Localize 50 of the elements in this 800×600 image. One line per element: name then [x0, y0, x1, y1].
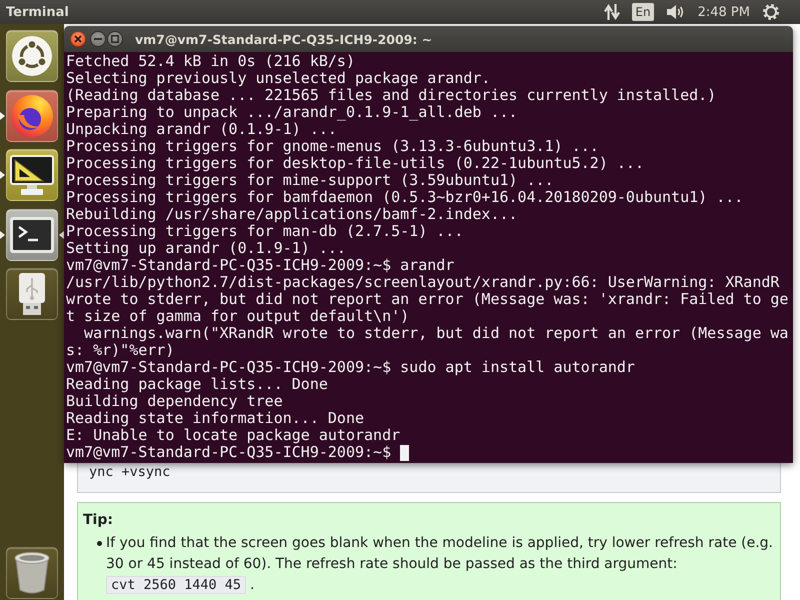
monitor-icon: [10, 155, 54, 195]
maximize-button[interactable]: [107, 31, 123, 47]
terminal-line: Selecting previously unselected package arandr.: [66, 70, 490, 87]
terminal-line: Building dependency tree: [66, 393, 283, 410]
launcher-button[interactable]: [6, 149, 58, 201]
launcher-button[interactable]: [6, 268, 58, 320]
launcher-button[interactable]: [6, 547, 58, 599]
terminal-line: Processing triggers for gnome-menus (3.13.3-6ubuntu3.1) ...: [66, 138, 599, 155]
terminal-line: Rebuilding /usr/share/applications/bamf-2.index...: [66, 206, 518, 223]
terminal-line: Setting up arandr (0.1.9-1) ...: [66, 240, 346, 257]
terminal-line: t size of gamma for output default\n'): [66, 308, 410, 325]
terminal-line: E: Unable to locate package autorandr: [66, 427, 400, 444]
launcher-button[interactable]: [6, 30, 58, 82]
terminal-line: wrote to stderr, but did not report an error (Message was: 'xrandr: Failed to ge: [66, 291, 788, 308]
gear-icon[interactable]: [762, 3, 780, 21]
app-title: Terminal: [6, 4, 69, 20]
maximize-icon: [111, 35, 119, 43]
network-arrows-icon[interactable]: [604, 3, 620, 21]
tip-text: If you find that the screen goes blank when the modeline is applied, try lower refresh rate (e.g. 30 or 45 instead of 60). The refresh rate should be passed as the third argument: cvt 2560 1440 45 .: [106, 534, 774, 596]
terminal-line: (Reading database ... 221565 files and directories currently installed.): [66, 87, 716, 104]
terminal-line: Processing triggers for desktop-file-utils (0.22-1ubuntu5.2) ...: [66, 155, 644, 172]
window-title: vm7@vm7-Standard-PC-Q35-ICH9-2009: ~: [135, 32, 432, 46]
terminal-line: vm7@vm7-Standard-PC-Q35-ICH9-2009:~$ sudo apt install autorandr: [66, 359, 635, 376]
logo-icon: [12, 36, 52, 76]
terminal-line: /usr/lib/python2.7/dist-packages/screenlayout/xrandr.py:66: UserWarning: XRandR: [66, 274, 780, 291]
browser-logo-icon: [11, 94, 53, 136]
close-icon: [74, 35, 82, 43]
tip-heading: Tip:: [83, 511, 114, 530]
terminal-line: Reading package lists... Done: [66, 376, 328, 393]
terminal-line: Processing triggers for man-db (2.7.5-1) ...: [66, 223, 464, 240]
usb-drive-icon: [18, 273, 46, 315]
terminal-line: Processing triggers for mime-support (3.59ubuntu1) ...: [66, 172, 554, 189]
terminal-line: s: %r)"%err): [66, 342, 174, 359]
trash-icon: [14, 552, 50, 594]
terminal-line: Processing triggers for bamfdaemon (0.5.3~bzr0+16.04.20180209-0ubuntu1) ...: [66, 189, 744, 206]
minimize-icon: [94, 38, 102, 40]
terminal-line: warnings.warn("XRandR wrote to stderr, but did not report an error (Message wa: [83, 325, 788, 342]
close-button[interactable]: [70, 31, 86, 47]
terminal-line: vm7@vm7-Standard-PC-Q35-ICH9-2009:~$ arandr: [66, 257, 454, 274]
terminal-line: Fetched 52.4 kB in 0s (216 kB/s): [66, 53, 355, 70]
volume-icon[interactable]: [666, 4, 684, 20]
minimize-button[interactable]: [90, 31, 106, 47]
keyboard-layout-indicator[interactable]: En: [632, 3, 654, 21]
terminal-icon: [10, 216, 54, 252]
bullet-icon: [97, 541, 102, 546]
terminal-line: Reading state information... Done: [66, 410, 364, 427]
terminal-line: Preparing to unpack .../arandr_0.1.9-1_all.deb ...: [66, 104, 518, 121]
launcher-button[interactable]: [6, 208, 58, 260]
terminal-line: Unpacking arandr (0.1.9-1) ...: [66, 121, 337, 138]
clock-text[interactable]: 2:48 PM: [698, 4, 750, 20]
